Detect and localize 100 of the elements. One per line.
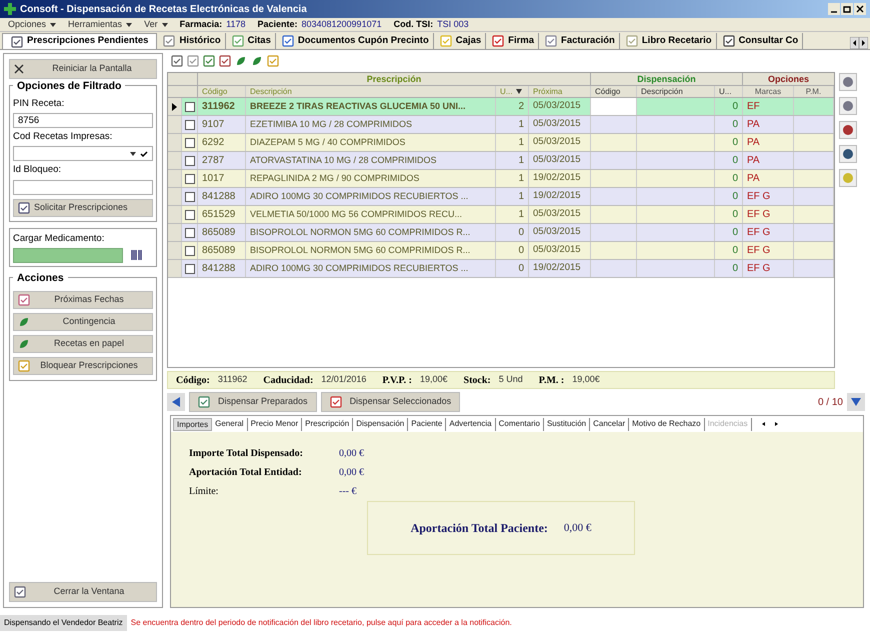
action-button[interactable]: Próximas Fechas [13, 290, 153, 308]
block-id-field[interactable] [13, 180, 153, 194]
table-cell: EF [743, 98, 794, 115]
row-checkbox[interactable] [184, 102, 194, 112]
notification-link[interactable]: Se encuentra dentro del periodo de notificación del libro recetario, pulse aquí para acceder a la notificación. [130, 617, 512, 629]
amount-value: 0,00 € [339, 447, 364, 461]
table-cell: REPAGLINIDA 2 MG / 90 COMPRIMIDOS [246, 170, 496, 187]
row-checkbox[interactable] [184, 192, 194, 202]
check-icon [140, 150, 148, 158]
table-cell: 2 [496, 98, 529, 115]
table-cell: BISOPROLOL NORMON 5MG 60 COMPRIMIDOS R... [246, 224, 496, 241]
action-button[interactable]: Contingencia [13, 312, 153, 330]
tab[interactable]: General [212, 418, 248, 430]
tab[interactable]: Motivo de Rechazo [629, 418, 705, 430]
tab[interactable]: Cancelar [590, 418, 630, 430]
minimize-icon[interactable] [828, 3, 840, 15]
table-cell: 05/03/2015 [529, 134, 591, 151]
table-row[interactable]: 841288 ADIRO 100MG 30 COMPRIMIDOS RECUBIERTOS ... 0 19/02/2015 0 EF G [168, 260, 834, 278]
tab[interactable]: Importes [173, 418, 212, 430]
status-text: Dispensando el Vendedor Beatriz [0, 615, 127, 631]
row-checkbox[interactable] [184, 264, 194, 274]
row-checkbox[interactable] [184, 246, 194, 256]
table-cell: EF G [743, 188, 794, 205]
row-checkbox[interactable] [184, 174, 194, 184]
tab[interactable]: Advertencia [446, 418, 496, 430]
table-cell: 19/02/2015 [529, 260, 591, 277]
info-value: 1178 [226, 18, 246, 31]
table-row[interactable]: 865089 BISOPROLOL NORMON 5MG 60 COMPRIMIDOS R... 0 05/03/2015 0 EF G [168, 224, 834, 242]
table-row[interactable]: 2787 ATORVASTATINA 10 MG / 28 COMPRIMIDOS 1 05/03/2015 0 PA [168, 152, 834, 170]
window-title: Consoft - Dispensación de Recetas Electrónicas de Valencia [20, 2, 307, 16]
menu-item[interactable]: Opciones [8, 18, 56, 32]
request-button[interactable]: Solicitar Prescripciones [13, 198, 153, 216]
table-cell: 651529 [198, 206, 246, 223]
pin-field[interactable]: 8756 [13, 113, 153, 128]
row-checkbox[interactable] [184, 228, 194, 238]
table-cell: BREEZE 2 TIRAS REACTIVAS GLUCEMIA 50 UNI... [246, 98, 496, 115]
tab[interactable]: Prescripción [302, 418, 354, 430]
tab[interactable]: Dispensación [353, 418, 408, 430]
table-row[interactable]: 311962 BREEZE 2 TIRAS REACTIVAS GLUCEMIA 50 UNI... 2 05/03/2015 0 EF [168, 98, 834, 116]
table-cell: 1 [496, 170, 529, 187]
close-icon[interactable] [854, 3, 866, 15]
row-checkbox[interactable] [184, 138, 194, 148]
scroll-left-icon[interactable] [850, 37, 859, 49]
column-header[interactable]: Descripción [637, 86, 715, 97]
previous-icon[interactable] [167, 393, 185, 411]
column-header[interactable]: U... [715, 86, 743, 97]
tab[interactable]: Sustitución [544, 418, 590, 430]
table-row[interactable]: 651529 VELMETIA 50/1000 MG 56 COMPRIMIDOS RECU... 1 05/03/2015 0 EF G [168, 206, 834, 224]
table-row[interactable]: 1017 REPAGLINIDA 2 MG / 90 COMPRIMIDOS 1 19/02/2015 0 PA [168, 170, 834, 188]
table-cell: 865089 [198, 224, 246, 241]
info-label: Cod. TSI: [394, 18, 434, 31]
dropdown-field[interactable] [13, 146, 153, 162]
table-cell: 05/03/2015 [529, 206, 591, 223]
table-cell: PA [743, 134, 794, 151]
next-icon[interactable] [847, 393, 865, 411]
menu-item[interactable]: Ver [144, 18, 168, 32]
table-row[interactable]: 865089 BISOPROLOL NORMON 5MG 60 COMPRIMIDOS R... 0 05/03/2015 0 EF G [168, 242, 834, 260]
table-cell: 9107 [198, 116, 246, 133]
cross-icon [4, 3, 16, 15]
row-checkbox[interactable] [184, 210, 194, 220]
info-label: Farmacia: [180, 18, 222, 31]
menu-item[interactable]: Herramientas [68, 18, 132, 32]
tab[interactable]: Prescripciones Pendientes [2, 33, 158, 49]
dispense-button[interactable]: Dispensar Preparados [189, 392, 317, 412]
caret-icon [50, 22, 56, 26]
table-cell: 841288 [198, 188, 246, 205]
table-row[interactable]: 9107 EZETIMIBA 10 MG / 28 COMPRIMIDOS 1 05/03/2015 0 PA [168, 116, 834, 134]
tab[interactable]: Comentario [496, 418, 544, 430]
table-cell: 0 [715, 170, 743, 187]
reset-button[interactable]: Reiniciar la Pantalla [9, 59, 157, 79]
amount-label: Importe Total Dispensado: [189, 447, 304, 461]
column-header[interactable]: Código [591, 86, 637, 97]
barcode-field[interactable] [13, 248, 123, 263]
amount-value: --- € [339, 485, 356, 499]
field-label: Id Bloqueo: [13, 163, 62, 178]
column-header[interactable]: P.M. [794, 86, 834, 97]
scroll-left-icon[interactable] [760, 420, 768, 428]
table-cell: 0 [715, 98, 743, 115]
detail-value: 19,00€ [572, 372, 600, 386]
detail-label: P.M. : [538, 374, 564, 388]
leaf-icon [18, 316, 30, 328]
table-cell: 0 [496, 224, 529, 241]
restore-icon[interactable] [841, 3, 853, 15]
table-cell: ADIRO 100MG 30 COMPRIMIDOS RECUBIERTOS ... [246, 260, 496, 277]
tab[interactable]: Precio Menor [248, 418, 302, 430]
table-row[interactable]: 841288 ADIRO 100MG 30 COMPRIMIDOS RECUBIERTOS ... 1 19/02/2015 0 EF G [168, 188, 834, 206]
close-window-button[interactable]: Cerrar la Ventana [9, 582, 157, 602]
scroll-right-icon[interactable] [859, 37, 868, 49]
table-cell: 1017 [198, 170, 246, 187]
table-row[interactable]: 6292 DIAZEPAM 5 MG / 40 COMPRIMIDOS 1 05/03/2015 0 PA [168, 134, 834, 152]
action-button[interactable]: Recetas en papel [13, 334, 153, 352]
action-button[interactable]: Bloquear Prescripciones [13, 356, 153, 374]
tab[interactable]: Paciente [408, 418, 446, 430]
row-checkbox[interactable] [184, 156, 194, 166]
table-cell: 1 [496, 188, 529, 205]
table-cell: ADIRO 100MG 30 COMPRIMIDOS RECUBIERTOS ... [246, 188, 496, 205]
leaf-icon [18, 338, 30, 350]
row-checkbox[interactable] [184, 120, 194, 130]
column-header[interactable]: Marcas [743, 86, 794, 97]
dispense-button[interactable]: Dispensar Seleccionados [320, 392, 460, 412]
